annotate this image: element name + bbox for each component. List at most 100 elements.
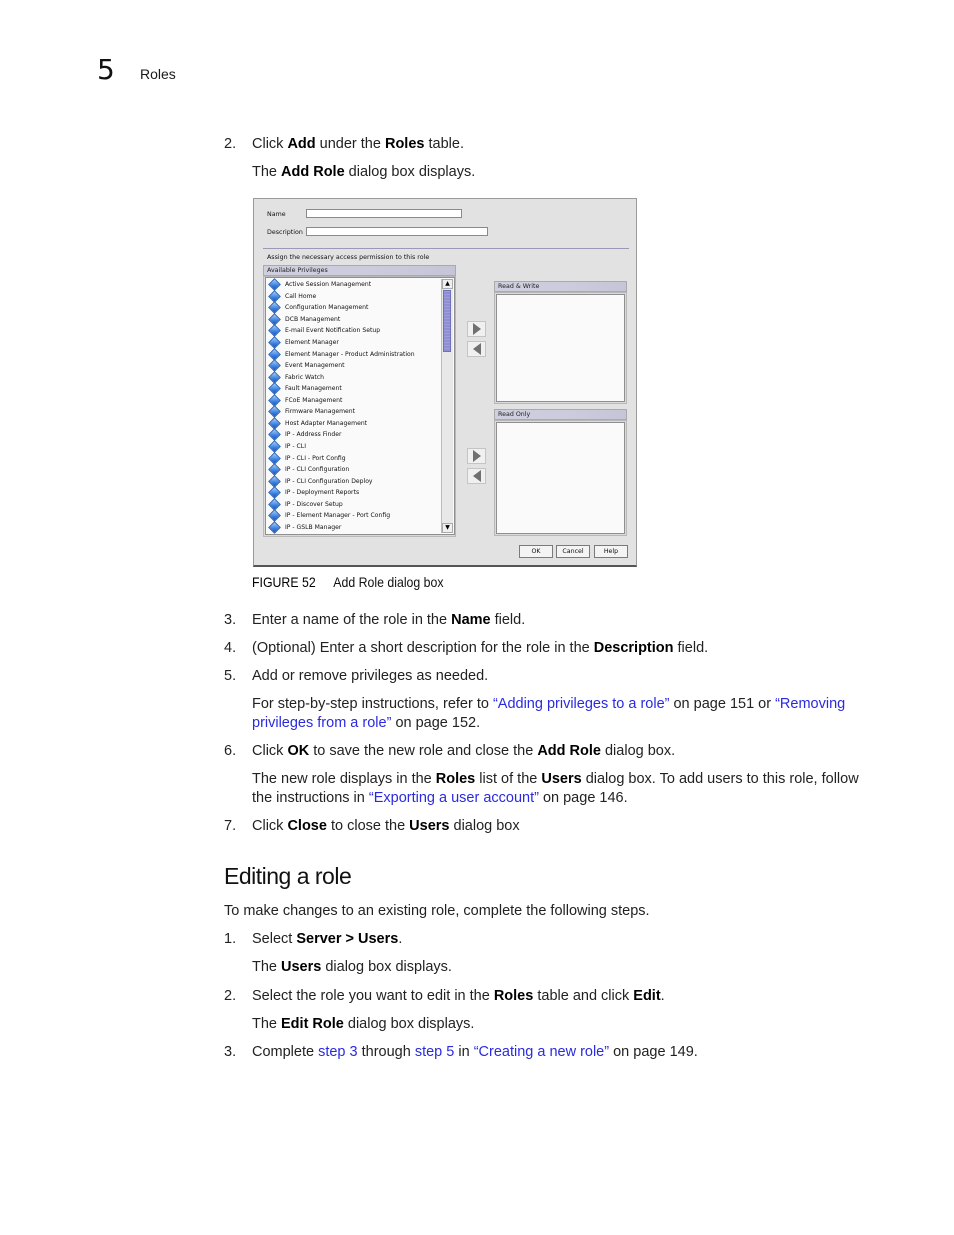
ui-term: Users — [409, 818, 450, 834]
privilege-item[interactable]: FCoE Management — [268, 393, 342, 407]
cross-reference-link[interactable]: step 3 — [318, 1044, 358, 1060]
privilege-item[interactable]: Configuration Management — [268, 301, 368, 315]
remove-read-only-button[interactable] — [467, 468, 486, 484]
step-number: 1. — [224, 931, 237, 947]
remove-read-write-button[interactable] — [467, 341, 486, 357]
ui-term: Roles — [435, 771, 476, 787]
available-privileges-header: Available Privileges — [263, 265, 456, 276]
step-number: 3. — [224, 612, 237, 628]
privilege-item[interactable]: IP - GSLB Manager — [268, 520, 341, 534]
ui-term: Close — [287, 818, 327, 834]
privilege-label: DCB Management — [285, 315, 341, 323]
privilege-item[interactable]: IP - CLI — [268, 440, 306, 453]
text-run: Click — [252, 136, 288, 152]
step-text: Add or remove privileges as needed. — [252, 667, 864, 686]
text-run: (Optional) Enter a short description for… — [252, 640, 594, 656]
read-write-list[interactable] — [496, 294, 625, 402]
text-run: Add or remove privileges as needed. — [252, 668, 489, 684]
cross-reference-link[interactable]: “Creating a new role” — [474, 1044, 609, 1060]
privilege-label: Fault Management — [285, 385, 342, 393]
ui-term: Server > Users — [296, 931, 399, 947]
vertical-scrollbar[interactable]: ▲ ▼ — [441, 279, 453, 533]
privilege-label: IP - CLI — [285, 442, 306, 450]
privilege-item[interactable]: Host Adapter Management — [268, 416, 367, 430]
ui-term: Users — [281, 959, 322, 975]
step-number: 6. — [224, 743, 237, 759]
privilege-item[interactable]: Event Management — [268, 359, 345, 372]
text-run: Enter a name of the role in the — [252, 612, 452, 628]
privilege-item[interactable]: Element Manager - Product Administration — [268, 347, 415, 361]
privilege-label: Call Home — [285, 292, 317, 300]
text-run: to save the new role and close the — [309, 743, 538, 759]
privilege-item[interactable]: DCB Management — [268, 313, 341, 326]
scroll-down-button[interactable]: ▼ — [442, 523, 453, 533]
name-input[interactable] — [306, 209, 462, 218]
text-run: on page 151 or — [669, 696, 776, 712]
scroll-up-button[interactable]: ▲ — [442, 279, 453, 289]
text-run: list of the — [475, 771, 542, 787]
cross-reference-link[interactable]: “Exporting a user account” — [369, 790, 539, 806]
add-read-write-button[interactable] — [467, 321, 486, 337]
text-run: Select — [252, 931, 297, 947]
privilege-item[interactable]: IP - Discover Setup — [268, 497, 343, 511]
text-run: field. — [673, 640, 709, 656]
privilege-label: IP - Element Manager - Port Config — [285, 512, 391, 520]
privilege-label: IP - CLI Configuration — [285, 466, 350, 474]
privilege-item[interactable]: Fault Management — [268, 382, 342, 396]
step-number: 5. — [224, 668, 237, 684]
text-run: dialog box displays. — [344, 164, 476, 180]
privilege-diamond-icon — [268, 336, 281, 349]
paragraph: The Users dialog box displays. — [252, 958, 864, 977]
ui-term: Add — [287, 136, 316, 152]
privilege-label: Active Session Management — [285, 281, 372, 289]
privilege-item[interactable]: Active Session Management — [268, 278, 372, 292]
text-run: . — [660, 988, 665, 1004]
paragraph: For step-by-step instructions, refer to … — [252, 695, 864, 733]
paragraph: The Add Role dialog box displays. — [252, 163, 864, 182]
privilege-item[interactable]: IP - Element Manager - Port Config — [268, 509, 391, 523]
cancel-button[interactable]: Cancel — [556, 545, 590, 558]
figure-title: Add Role dialog box — [333, 574, 444, 590]
privilege-item[interactable]: IP - CLI Configuration — [268, 463, 350, 476]
read-only-list[interactable] — [496, 422, 625, 534]
ui-term: Add Role — [537, 743, 601, 759]
step-text: Click Close to close the Users dialog bo… — [252, 817, 864, 836]
read-only-header: Read Only — [494, 409, 627, 420]
privilege-item[interactable]: IP - CLI - Port Config — [268, 451, 346, 465]
privilege-item[interactable]: E-mail Event Notification Setup — [268, 324, 380, 338]
ui-term: Users — [541, 771, 582, 787]
privilege-item[interactable]: IP - CLI Configuration Deploy — [268, 474, 373, 488]
description-input[interactable] — [306, 227, 488, 236]
text-run: dialog box — [449, 818, 520, 834]
step-text: Select the role you want to edit in the … — [252, 987, 864, 1006]
help-button[interactable]: Help — [594, 545, 628, 558]
available-privileges-list[interactable]: Active Session Management Call Home Config… — [265, 277, 455, 535]
privilege-label: IP - Discover Setup — [285, 500, 343, 508]
separator — [263, 248, 629, 249]
paragraph: The Edit Role dialog box displays. — [252, 1015, 864, 1034]
privilege-item[interactable]: Firmware Management — [268, 405, 355, 419]
cross-reference-link[interactable]: step 5 — [415, 1044, 455, 1060]
step-text: Enter a name of the role in the Name fie… — [252, 611, 864, 630]
name-label: Name — [267, 211, 286, 218]
cross-reference-link[interactable]: “Adding privileges to a role” — [493, 696, 670, 712]
privilege-item[interactable]: IP - Deployment Reports — [268, 486, 359, 500]
privilege-diamond-icon — [268, 463, 281, 476]
text-run: on page 152. — [391, 715, 481, 731]
privilege-item[interactable]: Element Manager — [268, 336, 339, 349]
privilege-label: IP - Address Finder — [285, 431, 342, 439]
ui-term: Description — [593, 640, 674, 656]
privilege-item[interactable]: IP - Address Finder — [268, 428, 342, 442]
ui-term: OK — [287, 743, 310, 759]
ui-term: Name — [451, 612, 491, 628]
text-run: Click — [252, 743, 288, 759]
privilege-diamond-icon — [268, 486, 281, 500]
step-number: 3. — [224, 1044, 237, 1060]
ok-button[interactable]: OK — [519, 545, 553, 558]
scroll-thumb[interactable] — [443, 290, 451, 352]
add-read-only-button[interactable] — [467, 448, 486, 464]
privilege-diamond-icon — [268, 520, 281, 534]
text-run: The — [252, 1016, 282, 1032]
privilege-item[interactable]: Call Home — [268, 289, 317, 303]
privilege-item[interactable]: Fabric Watch — [268, 370, 324, 384]
